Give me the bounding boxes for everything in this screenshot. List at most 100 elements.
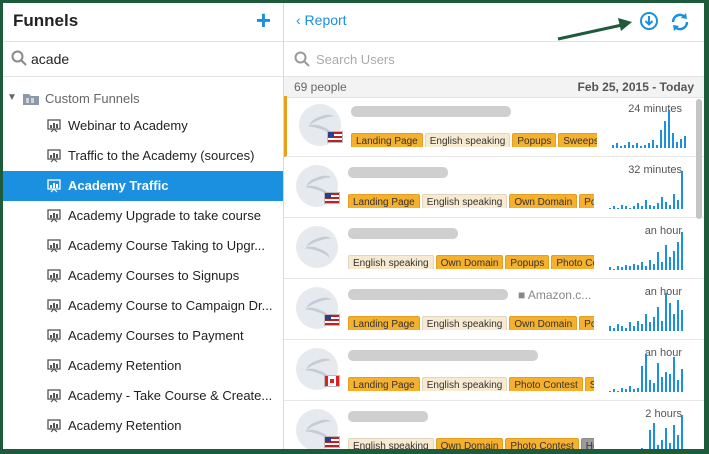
tag[interactable]: Photo Contest bbox=[509, 377, 583, 391]
user-name-redacted bbox=[351, 106, 511, 117]
user-row[interactable]: 24 minutes Landing Page English speaking Po… bbox=[284, 96, 704, 157]
activity-bar bbox=[649, 430, 651, 449]
funnel-item[interactable]: Academy Course Taking to Upgr... bbox=[3, 231, 283, 261]
activity-bar bbox=[661, 262, 663, 270]
activity-bar bbox=[681, 415, 683, 449]
tag[interactable]: English speaking bbox=[424, 133, 511, 147]
download-icon[interactable] bbox=[639, 11, 659, 31]
user-row[interactable]: 32 minutes Landing Page English speaking Ow… bbox=[284, 157, 704, 218]
activity-bar bbox=[621, 326, 623, 331]
tag[interactable]: Landing Page bbox=[351, 133, 423, 147]
activity-bar bbox=[621, 388, 623, 392]
user-row[interactable]: 2 hours English speaking Own Domain Photo C… bbox=[284, 401, 704, 449]
activity-bar bbox=[673, 251, 675, 270]
company-name: Amazon.c... bbox=[527, 288, 592, 302]
user-row[interactable]: an hour Landing Page English speaking Photo… bbox=[284, 340, 704, 401]
tag[interactable]: English speaking bbox=[348, 255, 434, 269]
user-row[interactable]: ■ Amazon.c... an hour Landing Page English … bbox=[284, 279, 704, 340]
tag[interactable]: Popups bbox=[505, 255, 550, 269]
activity-bar bbox=[665, 428, 667, 449]
activity-bar bbox=[613, 269, 615, 270]
activity-bar bbox=[665, 245, 667, 270]
plus-icon[interactable]: + bbox=[256, 5, 271, 35]
refresh-icon[interactable] bbox=[669, 11, 691, 33]
activity-bar bbox=[617, 391, 619, 392]
activity-bar bbox=[609, 208, 611, 209]
scrollbar[interactable] bbox=[696, 99, 702, 219]
tag[interactable]: Own Domain bbox=[435, 438, 504, 449]
tag[interactable]: Own Domain bbox=[435, 255, 504, 269]
activity-bar bbox=[629, 322, 631, 331]
funnel-item-label: Webinar to Academy bbox=[68, 118, 188, 133]
tag[interactable]: Popups bbox=[579, 194, 594, 208]
funnel-item[interactable]: Academy Upgrade to take course bbox=[3, 201, 283, 231]
activity-bar bbox=[641, 262, 643, 270]
tag[interactable]: Hot lead bbox=[580, 438, 594, 449]
country-flag-icon bbox=[324, 436, 340, 448]
funnel-item[interactable]: Academy Courses to Payment bbox=[3, 321, 283, 351]
custom-funnels-group[interactable]: ▼ Custom Funnels bbox=[3, 88, 283, 110]
activity-bar bbox=[657, 307, 659, 331]
activity-bar bbox=[645, 266, 647, 270]
user-row[interactable]: an hour English speaking Own Domain Popups P… bbox=[284, 218, 704, 279]
activity-bar bbox=[641, 448, 643, 449]
activity-bar bbox=[653, 264, 655, 270]
funnel-item[interactable]: Academy Retention bbox=[3, 411, 283, 441]
activity-bar bbox=[677, 200, 679, 209]
tag[interactable]: Sweepstakes bbox=[584, 377, 594, 391]
activity-bar bbox=[641, 366, 643, 392]
funnel-item[interactable]: Academy Course to Campaign Dr... bbox=[3, 291, 283, 321]
tag[interactable]: Landing Page bbox=[348, 377, 420, 391]
back-to-report-link[interactable]: ‹ Report bbox=[296, 12, 347, 28]
funnel-item-label: Academy Course to Campaign Dr... bbox=[68, 298, 273, 313]
country-flag-icon bbox=[324, 314, 340, 326]
activity-sparkline bbox=[609, 292, 684, 331]
tag[interactable]: Own Domain bbox=[509, 316, 578, 330]
activity-bar bbox=[609, 267, 611, 270]
activity-bar bbox=[653, 206, 655, 209]
triangle-down-icon[interactable]: ▼ bbox=[7, 92, 17, 103]
activity-bar bbox=[657, 252, 659, 270]
tag[interactable]: Own Domain bbox=[509, 194, 578, 208]
tag[interactable]: Landing Page bbox=[348, 194, 420, 208]
funnel-item[interactable]: Academy Retention bbox=[3, 351, 283, 381]
tag[interactable]: English speaking bbox=[421, 194, 508, 208]
date-range[interactable]: Feb 25, 2015 - Today bbox=[578, 80, 695, 94]
activity-bar bbox=[669, 443, 671, 449]
activity-bar bbox=[645, 354, 647, 392]
user-name-redacted bbox=[348, 167, 448, 178]
tag-list: Landing Page English speaking Photo Contes… bbox=[348, 375, 594, 391]
funnel-search-input[interactable]: acade bbox=[3, 42, 283, 77]
activity-bar bbox=[628, 142, 630, 148]
funnel-item[interactable]: Academy - Take Course & Create... bbox=[3, 381, 283, 411]
funnel-chart-icon bbox=[47, 239, 61, 253]
tag[interactable]: Popups bbox=[512, 133, 557, 147]
activity-bar bbox=[668, 110, 670, 148]
funnel-item-label: Academy Retention bbox=[68, 358, 182, 373]
tag[interactable]: Landing Page bbox=[348, 316, 420, 330]
tag[interactable]: Photo Contest bbox=[505, 438, 579, 449]
activity-bar bbox=[621, 267, 623, 270]
user-search-input[interactable]: Search Users bbox=[284, 42, 704, 77]
activity-bar bbox=[633, 326, 635, 331]
user-search-placeholder: Search Users bbox=[316, 52, 395, 67]
funnel-chart-icon bbox=[47, 119, 61, 133]
tag[interactable]: Photo Contest bbox=[551, 255, 594, 269]
activity-bar bbox=[625, 206, 627, 209]
tag[interactable]: Sweepstakes bbox=[558, 133, 597, 147]
activity-bar bbox=[673, 357, 675, 392]
funnel-item[interactable]: Webinar to Academy bbox=[3, 111, 283, 141]
funnel-item[interactable]: Academy Courses to Signups bbox=[3, 261, 283, 291]
tag[interactable]: English speaking bbox=[421, 377, 508, 391]
activity-bar bbox=[632, 145, 634, 148]
activity-bar bbox=[612, 145, 614, 148]
funnel-chart-icon bbox=[47, 329, 61, 343]
funnel-item[interactable]: Traffic to the Academy (sources) bbox=[3, 141, 283, 171]
tag[interactable]: English speaking bbox=[421, 316, 508, 330]
funnel-item[interactable]: Academy Traffic bbox=[3, 171, 283, 201]
activity-bar bbox=[637, 321, 639, 331]
tag[interactable]: English speaking bbox=[348, 438, 434, 449]
user-name-redacted bbox=[348, 350, 538, 361]
tag[interactable]: Popups bbox=[579, 316, 594, 330]
activity-bar bbox=[665, 293, 667, 331]
